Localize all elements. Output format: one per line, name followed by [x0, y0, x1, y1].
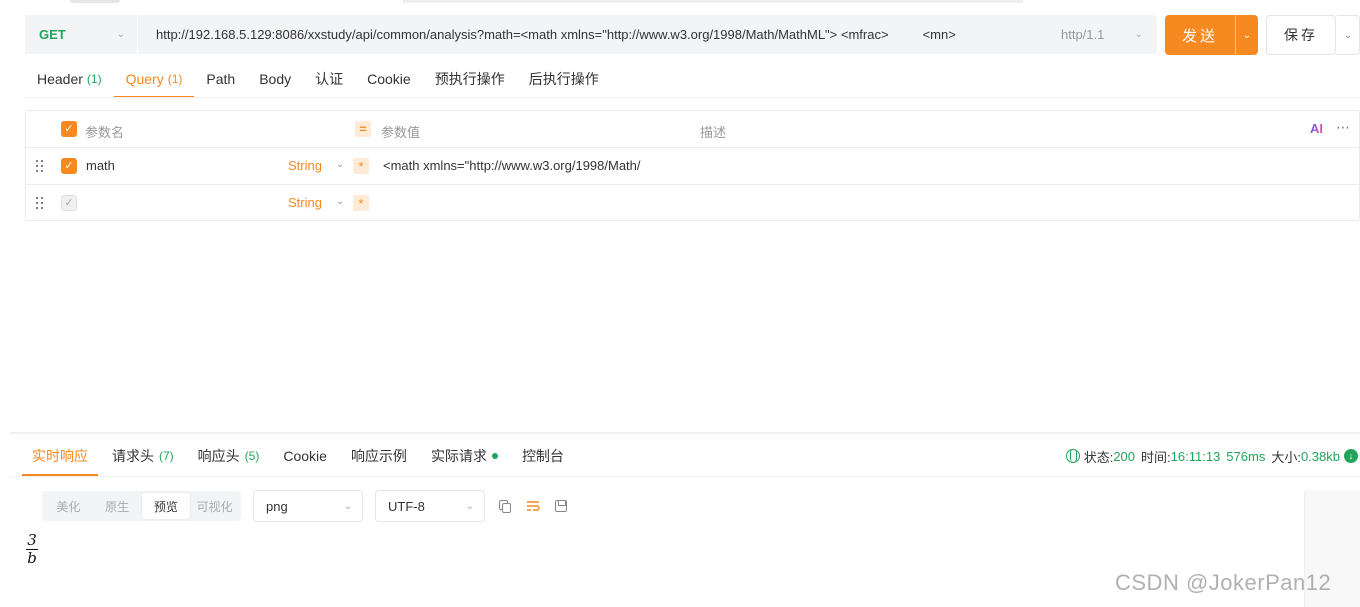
math-preview: 3 b: [25, 533, 39, 566]
chevron-down-icon: ⌄: [116, 29, 125, 40]
save-icon[interactable]: [553, 498, 569, 514]
protocol-select[interactable]: http/1.1 ⌄: [1053, 27, 1157, 42]
tab-response-headers[interactable]: 响应头 (5): [186, 436, 272, 476]
request-tabs: Header (1) Query (1) Path Body 认证 Cookie 预…: [25, 60, 611, 98]
encoding-select[interactable]: UTF-8 ⌄: [375, 490, 485, 522]
send-button[interactable]: 发送 ⌄: [1165, 15, 1258, 55]
view-preview[interactable]: 预览: [141, 493, 191, 519]
tab-post-script[interactable]: 后执行操作: [517, 60, 611, 98]
view-mode-switch: 美化 原生 预览 可视化: [42, 491, 241, 521]
param-type-select[interactable]: String: [288, 195, 322, 210]
drag-handle-icon[interactable]: [36, 160, 46, 172]
send-dropdown-icon[interactable]: ⌄: [1235, 15, 1258, 55]
fraction-numerator: 3: [27, 531, 37, 549]
format-value: png: [266, 498, 288, 514]
size-label: 大小:: [1271, 449, 1301, 465]
column-header-description: 描述: [700, 125, 727, 140]
tab-request-headers[interactable]: 请求头 (7): [100, 436, 186, 476]
required-star-icon[interactable]: *: [353, 158, 369, 174]
url-input[interactable]: http://192.168.5.129:8086/xxstudy/api/co…: [138, 27, 1053, 42]
chevron-down-icon: ⌄: [343, 500, 352, 512]
fraction-denominator: b: [27, 549, 37, 567]
save-button[interactable]: 保存: [1266, 15, 1336, 55]
chevron-down-icon[interactable]: ⌄: [336, 159, 344, 170]
tab-query[interactable]: Query (1): [113, 60, 195, 98]
tab-path[interactable]: Path: [194, 60, 247, 98]
chevron-down-icon: ⌄: [1134, 29, 1143, 40]
size-value: 0.38kb: [1300, 448, 1340, 464]
view-beautify[interactable]: 美化: [44, 493, 93, 519]
divider: [25, 97, 1360, 98]
time-label: 时间:: [1141, 449, 1171, 465]
drag-handle-icon[interactable]: [36, 197, 46, 209]
encoding-value: UTF-8: [388, 498, 425, 514]
top-strip: [0, 0, 1360, 4]
response-tabs: 实时响应 请求头 (7) 响应头 (5) Cookie 响应示例 实际请求 控制台: [20, 436, 576, 476]
protocol-label: http/1.1: [1061, 27, 1105, 42]
panel-divider[interactable]: [10, 432, 1360, 434]
url-tail-text: <mn>: [922, 27, 956, 42]
divider: [10, 476, 1360, 477]
globe-icon: [1065, 449, 1080, 463]
table-row: ✓ String ⌄ *: [26, 185, 1359, 222]
column-header-value: 参数值: [381, 125, 421, 140]
more-options-icon[interactable]: ⋯: [1336, 119, 1351, 136]
tab-cookie[interactable]: Cookie: [355, 60, 423, 98]
select-all-checkbox[interactable]: ✓: [61, 121, 77, 137]
time-value: 16:11:13: [1170, 448, 1221, 464]
format-select[interactable]: png ⌄: [253, 490, 363, 522]
param-name[interactable]: math: [86, 158, 115, 173]
tab-pre-script[interactable]: 预执行操作: [423, 60, 517, 98]
param-type-select[interactable]: String: [288, 158, 322, 173]
save-dropdown-icon[interactable]: ⌄: [1337, 15, 1360, 55]
send-label: 发送: [1181, 27, 1218, 45]
tab-response-cookie[interactable]: Cookie: [271, 436, 339, 476]
tab-actual-request[interactable]: 实际请求: [419, 436, 510, 476]
status-dot-icon: [491, 453, 498, 459]
tab-auth[interactable]: 认证: [303, 60, 355, 98]
response-status: 状态: 200 时间: 16:11:13 576ms 大小: 0.38kb ↓: [1065, 447, 1360, 465]
view-raw[interactable]: 原生: [93, 493, 142, 519]
ai-icon[interactable]: AI: [1310, 121, 1323, 136]
status-code: 200: [1113, 448, 1136, 464]
tab-live-response[interactable]: 实时响应: [20, 436, 100, 476]
tab-console[interactable]: 控制台: [510, 436, 576, 476]
tab-response-example[interactable]: 响应示例: [339, 436, 419, 476]
chevron-down-icon[interactable]: ⌄: [336, 196, 344, 207]
view-visualize[interactable]: 可视化: [190, 493, 239, 519]
chevron-down-icon: ⌄: [465, 500, 474, 512]
param-value[interactable]: <math xmlns="http://www.w3.org/1998/Math…: [383, 158, 641, 173]
bulk-edit-icon[interactable]: =: [355, 121, 371, 137]
copy-icon[interactable]: [497, 498, 513, 514]
tab-header[interactable]: Header (1): [25, 60, 114, 98]
required-star-icon[interactable]: *: [353, 195, 369, 211]
watermark: CSDN @JokerPan12: [1115, 570, 1332, 595]
table-row: ✓ math String ⌄ * <math xmlns="http://ww…: [26, 148, 1359, 185]
wrap-lines-icon[interactable]: [525, 498, 541, 514]
row-checkbox[interactable]: ✓: [61, 195, 77, 211]
tab-body[interactable]: Body: [247, 60, 303, 98]
status-label: 状态:: [1083, 449, 1114, 465]
method-select[interactable]: GET ⌄: [25, 15, 138, 54]
params-table: ✓ 参数名 = 参数值 描述 AI ⋯ ✓ math String ⌄ * <m…: [25, 110, 1360, 221]
column-header-name: 参数名: [85, 125, 125, 140]
url-bar: GET ⌄ http://192.168.5.129:8086/xxstudy/…: [25, 15, 1157, 54]
duration-value: 576ms: [1226, 448, 1266, 464]
url-text: http://192.168.5.129:8086/xxstudy/api/co…: [156, 27, 889, 42]
table-header-row: ✓ 参数名 = 参数值 描述 AI ⋯: [26, 111, 1359, 148]
download-icon[interactable]: ↓: [1344, 449, 1358, 463]
method-label: GET: [39, 27, 66, 42]
row-checkbox[interactable]: ✓: [61, 158, 77, 174]
